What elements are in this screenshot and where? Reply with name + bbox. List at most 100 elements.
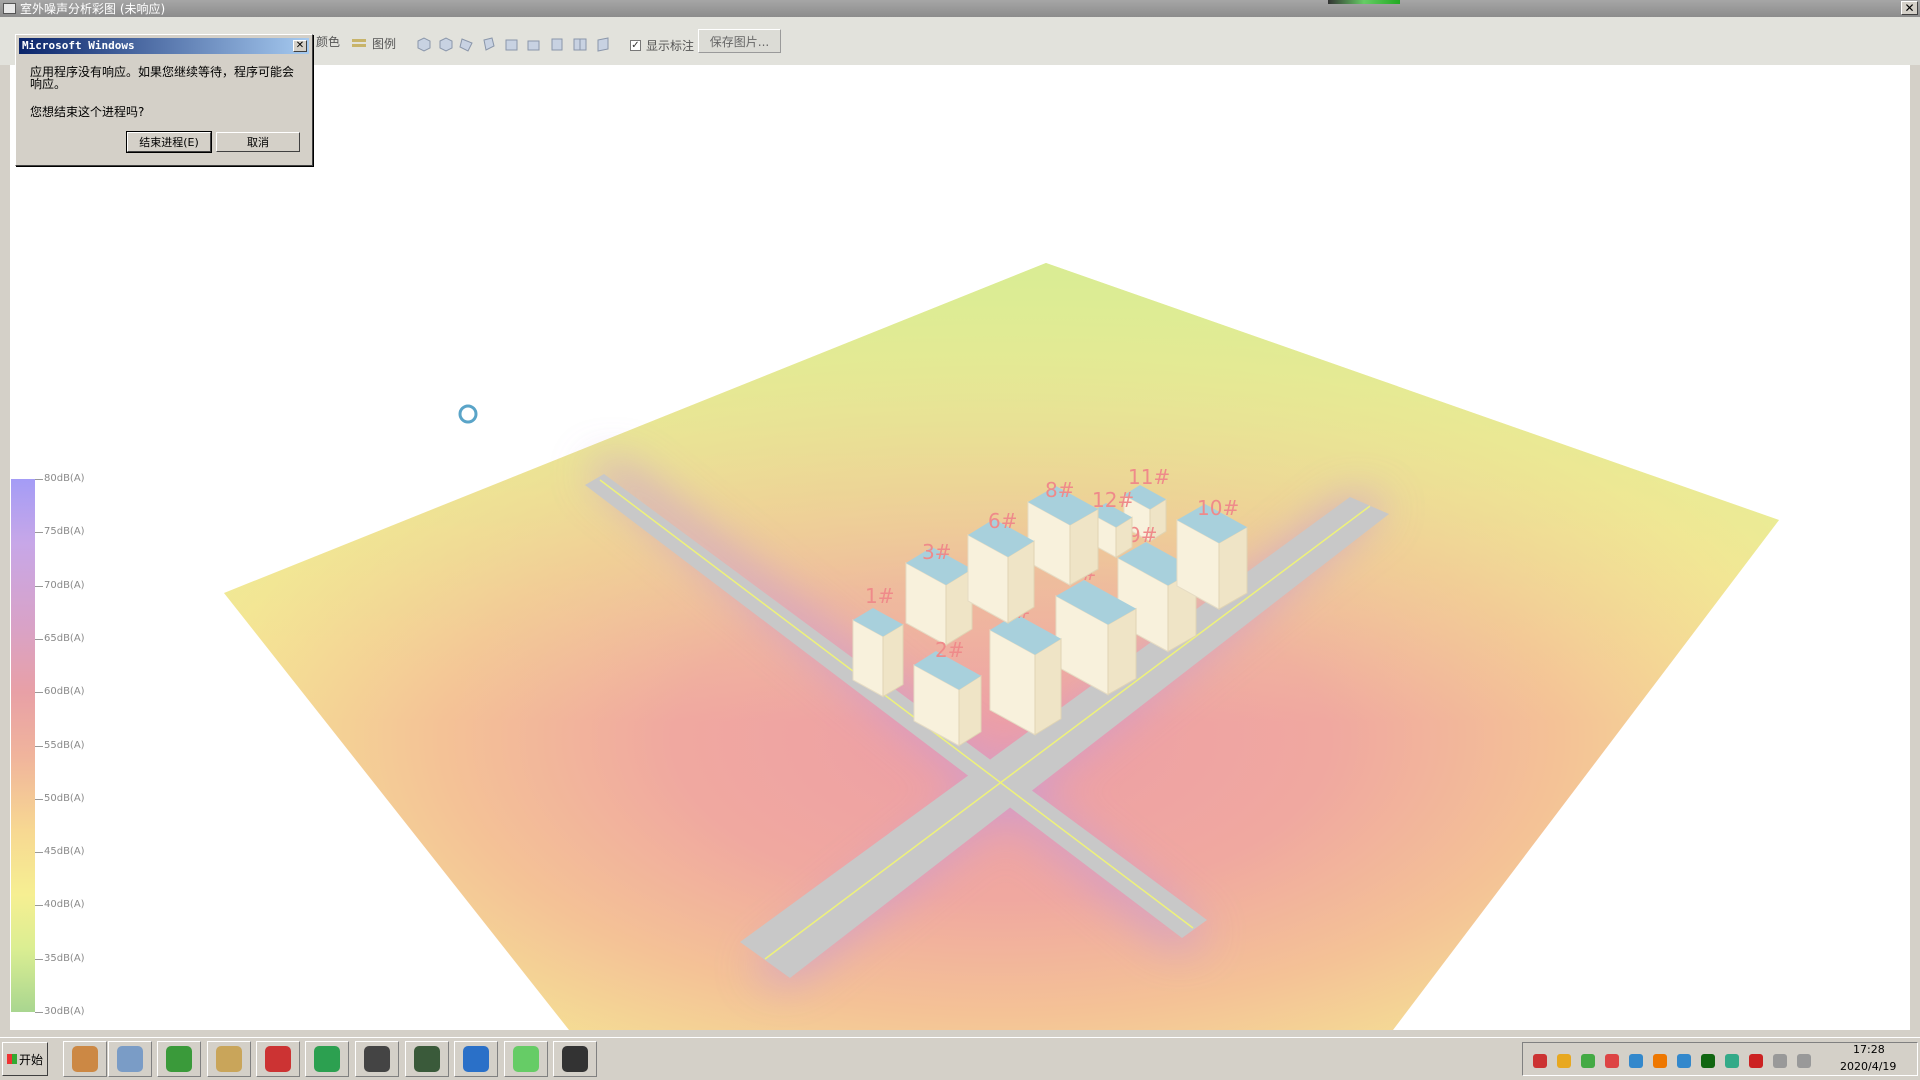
color-button[interactable]: 颜色 xyxy=(316,31,340,51)
cancel-button[interactable]: 取消 xyxy=(216,132,300,152)
taskbar-app-uu-accelerator[interactable] xyxy=(454,1041,498,1077)
show-labels-checkbox[interactable]: ✓ 显示标注 xyxy=(630,35,694,55)
wechat-icon xyxy=(513,1046,539,1072)
scale-tick xyxy=(35,479,43,480)
taskbar-app-avatar-app[interactable] xyxy=(355,1041,399,1077)
end-process-button[interactable]: 结束进程(E) xyxy=(126,131,212,153)
screen-monitor-icon xyxy=(414,1046,440,1072)
checkbox-icon: ✓ xyxy=(630,39,641,51)
scale-tick-label: 55dB(A) xyxy=(44,739,85,751)
building-label: 3# xyxy=(922,540,951,564)
legend-icon xyxy=(352,39,366,47)
scale-tick-label: 40dB(A) xyxy=(44,899,85,911)
view-front-icon[interactable] xyxy=(505,39,518,51)
scale-tick-label: 70dB(A) xyxy=(44,579,85,591)
color-label: 颜色 xyxy=(316,34,341,49)
start-button[interactable]: 开始 xyxy=(2,1042,48,1076)
avatar-app-icon xyxy=(364,1046,390,1072)
dialog-question: 您想结束这个进程吗? xyxy=(30,105,145,119)
scale-tick xyxy=(35,905,43,907)
browser-icon xyxy=(166,1046,192,1072)
view-split-icon[interactable] xyxy=(573,38,587,51)
tray-icon[interactable] xyxy=(1629,1054,1643,1068)
scale-tick-label: 30dB(A) xyxy=(44,1006,85,1017)
taskbar-app-browser[interactable] xyxy=(157,1041,201,1077)
tray-icon[interactable] xyxy=(1725,1054,1739,1068)
scale-tick xyxy=(35,798,43,800)
scale-tick xyxy=(35,692,43,694)
view-rotate2-icon[interactable] xyxy=(483,37,495,51)
tray-icon[interactable] xyxy=(1605,1054,1619,1068)
scale-tick xyxy=(35,745,43,747)
taskbar-app-wps[interactable] xyxy=(305,1041,349,1077)
scale-tick-label: 75dB(A) xyxy=(44,526,85,538)
taskbar-app-screen-monitor[interactable] xyxy=(405,1041,449,1077)
taskbar: 开始 xyxy=(0,1037,1920,1080)
taskbar-app-obs[interactable] xyxy=(553,1041,597,1077)
busy-cursor-icon xyxy=(458,404,478,424)
autocad-icon xyxy=(265,1046,291,1072)
building-side xyxy=(882,623,904,698)
building-label: 6# xyxy=(988,509,1017,533)
taskbar-app-calculator[interactable] xyxy=(108,1041,152,1077)
scale-tick-label: 60dB(A) xyxy=(44,686,85,698)
taskbar-app-wechat[interactable] xyxy=(504,1041,548,1077)
start-label: 开始 xyxy=(18,1052,43,1067)
dialog-close-button[interactable]: ✕ xyxy=(293,40,307,52)
view-iso-icon[interactable] xyxy=(417,37,431,52)
legend-button[interactable]: 图例 xyxy=(352,33,396,53)
noise-color-scale xyxy=(11,479,35,1012)
view-top-icon[interactable] xyxy=(527,40,540,51)
taskbar-app-tomato-app[interactable] xyxy=(63,1041,107,1077)
not-responding-dialog: Microsoft Windows ✕ 应用程序没有响应。如果您继续等待，程序可… xyxy=(15,34,313,166)
building-side xyxy=(1034,637,1062,736)
scale-tick-label: 45dB(A) xyxy=(44,846,85,858)
scale-tick xyxy=(35,1012,43,1013)
noise-map-scene: 11#9#12#10#7#3#8#5#6#1#2# xyxy=(224,263,1779,1030)
tray-icon[interactable] xyxy=(1677,1054,1691,1068)
clock-time[interactable]: 17:28 xyxy=(1853,1043,1885,1056)
wps-icon xyxy=(314,1046,340,1072)
building-label: 8# xyxy=(1045,478,1074,502)
show-labels-label: 显示标注 xyxy=(646,38,695,53)
scale-tick-label: 50dB(A) xyxy=(44,792,85,804)
window-title: 室外噪声分析彩图 (未响应) xyxy=(20,2,166,16)
title-bar: 室外噪声分析彩图 (未响应) ✕ xyxy=(0,0,1920,17)
scale-tick xyxy=(35,958,43,960)
dialog-message: 应用程序没有响应。如果您继续等待，程序可能会响应。 xyxy=(30,65,295,91)
tray-icon[interactable] xyxy=(1797,1054,1811,1068)
building-label: 1# xyxy=(865,584,894,608)
obs-icon xyxy=(562,1046,588,1072)
scale-tick-label: 65dB(A) xyxy=(44,632,85,644)
save-image-button[interactable]: 保存图片... xyxy=(698,29,781,53)
scale-tick xyxy=(35,532,43,534)
noise-map-canvas[interactable]: 11#9#12#10#7#3#8#5#6#1#2# xyxy=(10,65,1910,1030)
scale-tick xyxy=(35,638,43,640)
view-side-icon[interactable] xyxy=(551,38,563,51)
dialog-title: Microsoft Windows xyxy=(19,38,309,54)
tray-icon[interactable] xyxy=(1701,1054,1715,1068)
view-right-icon[interactable] xyxy=(597,37,609,52)
scale-tick-label: 80dB(A) xyxy=(44,473,85,484)
uu-accelerator-icon xyxy=(463,1046,489,1072)
scale-tick xyxy=(35,585,43,587)
legend-label: 图例 xyxy=(372,36,397,51)
view-iso2-icon[interactable] xyxy=(439,37,453,52)
calculator-icon xyxy=(117,1046,143,1072)
clock-date[interactable]: 2020/4/19 xyxy=(1840,1060,1896,1073)
tray-icon[interactable] xyxy=(1653,1054,1667,1068)
tray-icon[interactable] xyxy=(1533,1054,1547,1068)
tray-icon[interactable] xyxy=(1581,1054,1595,1068)
view-rotate-icon[interactable] xyxy=(459,38,473,52)
building-label: 2# xyxy=(935,638,964,662)
taskbar-app-file-explorer[interactable] xyxy=(207,1041,251,1077)
view-buttons xyxy=(417,37,609,52)
building-label: 10# xyxy=(1197,496,1239,520)
windows-logo-icon xyxy=(6,1054,17,1064)
window-close-button[interactable]: ✕ xyxy=(1901,1,1918,15)
tray-icon[interactable] xyxy=(1557,1054,1571,1068)
tray-icon[interactable] xyxy=(1773,1054,1787,1068)
app-icon xyxy=(3,3,16,14)
tray-icon[interactable] xyxy=(1749,1054,1763,1068)
taskbar-app-autocad[interactable] xyxy=(256,1041,300,1077)
